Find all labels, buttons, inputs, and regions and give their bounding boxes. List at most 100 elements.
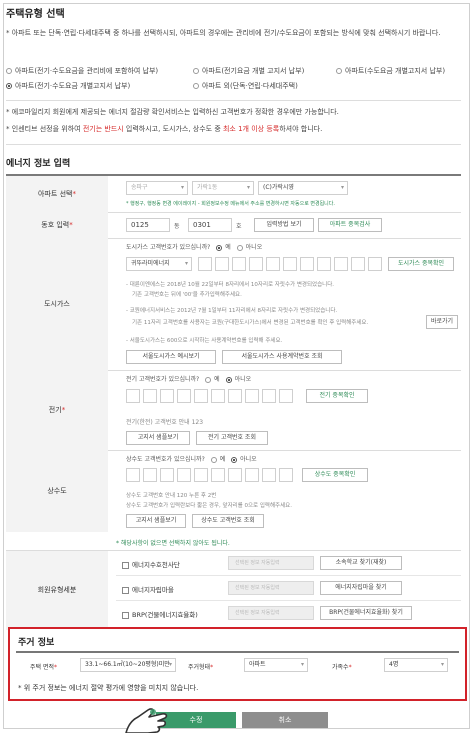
water-bill-sample-button[interactable]: 고지서 샘플보기	[126, 514, 186, 528]
water-digit-box[interactable]	[143, 468, 157, 482]
gas-duplicate-check-button[interactable]: 도시가스 중복확인	[388, 257, 454, 271]
gas-digit-box[interactable]	[334, 257, 348, 271]
housing-option-4[interactable]: 아파트(전기·수도요금 개별고지서 납부)	[6, 81, 130, 91]
water-digit-box[interactable]	[211, 468, 225, 482]
apartment-select[interactable]: (C)가락시영 ▾	[258, 181, 348, 195]
gas-question: 도시가스 고객번호가 있으십니까? 예 아니오	[126, 244, 263, 251]
ho-unit: 호	[236, 223, 242, 230]
gas-digit-box[interactable]	[351, 257, 365, 271]
find-brp-button[interactable]: BRP(건물에너지효율화) 찾기	[320, 606, 412, 620]
divider	[6, 144, 461, 145]
gas-info-1: - 대륜이엔에스는 2018년 10월 22일부터 8자리에서 10자리로 자릿…	[126, 282, 335, 288]
radio-icon[interactable]	[236, 244, 243, 251]
elec-duplicate-check-button[interactable]: 전기 중복확인	[306, 389, 368, 403]
elec-digit-box[interactable]	[160, 389, 174, 403]
angel-checkbox[interactable]: 에너지수호천사단	[122, 559, 180, 569]
find-school-button[interactable]: 소속학교 찾기(재찾)	[320, 556, 402, 570]
elec-number-lookup-button[interactable]: 전기 고객번호 조회	[196, 431, 268, 445]
member-type-hint: * 해당사항이 없으면 선택하지 않아도 됩니다.	[116, 540, 230, 547]
elec-digit-box[interactable]	[194, 389, 208, 403]
brp-checkbox[interactable]: BRP(건물에너지효율화)	[122, 609, 198, 619]
water-duplicate-check-button[interactable]: 상수도 중복확인	[302, 468, 368, 482]
gas-digit-box[interactable]	[266, 257, 280, 271]
water-info-2: 상수도 고객번호가 입력란보다 짧은 경우, 앞자리를 0으로 입력해주세요.	[126, 503, 292, 509]
chevron-down-icon: ▾	[184, 260, 188, 267]
divider	[16, 651, 459, 653]
cancel-button[interactable]: 취소	[242, 712, 328, 728]
chevron-down-icon: ▾	[300, 661, 304, 668]
water-digit-box[interactable]	[245, 468, 259, 482]
dong-input[interactable]: 0125	[126, 218, 170, 232]
checkbox-icon	[122, 586, 129, 594]
gas-digit-box[interactable]	[249, 257, 263, 271]
housing-option-2[interactable]: 아파트(전기요금 개별 고지서 납부)	[193, 66, 304, 76]
gas-digit-box[interactable]	[198, 257, 212, 271]
radio-icon[interactable]	[210, 456, 217, 463]
radio-icon	[193, 83, 199, 89]
housing-type-title: 주택유형 선택	[6, 9, 65, 20]
dong-unit: 동	[174, 223, 180, 230]
area-select[interactable]: 33.1~66.1㎡(10~20평형)미만 ▾	[80, 658, 176, 672]
water-digit-box[interactable]	[279, 468, 293, 482]
gas-digit-box[interactable]	[283, 257, 297, 271]
chevron-down-icon: ▾	[168, 661, 172, 668]
village-checkbox[interactable]: 에너지자립마을	[122, 584, 174, 594]
elec-digit-box[interactable]	[126, 389, 140, 403]
radio-selected-icon	[6, 83, 12, 89]
housing-option-1[interactable]: 아파트(전기·수도요금을 관리비에 포함하여 납부)	[6, 66, 158, 76]
housing-option-3[interactable]: 아파트(수도요금 개별고지서 납부)	[336, 66, 445, 76]
gas-contract-lookup-button[interactable]: 서울도시가스 사용계약번호 조회	[222, 350, 342, 364]
gas-digit-box[interactable]	[215, 257, 229, 271]
dong-area-select[interactable]: 가락1동 ▾	[192, 181, 254, 195]
gas-digit-box[interactable]	[232, 257, 246, 271]
apt-duplicate-check-button[interactable]: 아파트 중복검사	[318, 218, 382, 232]
gas-example-button[interactable]: 서울도시가스 예시보기	[126, 350, 216, 364]
water-digit-box[interactable]	[126, 468, 140, 482]
family-select[interactable]: 4명 ▾	[384, 658, 448, 672]
find-village-button[interactable]: 에너지자립마을 찾기	[320, 581, 402, 595]
water-info-1: 상수도 고객번호 안내 120 누른 후 2번	[126, 493, 217, 499]
elec-digit-box[interactable]	[143, 389, 157, 403]
dong-ho-row: 동호 입력 * 0125 동 0301 호 입력방법 보기 아파트 중복검사	[6, 212, 461, 239]
energy-info-title: 에너지 정보 입력	[6, 159, 71, 169]
type-select[interactable]: 아파트 ▾	[244, 658, 308, 672]
gas-digit-box[interactable]	[317, 257, 331, 271]
input-guide-button[interactable]: 입력방법 보기	[254, 218, 314, 232]
village-auto-field: 선택된 정보 자동입력	[228, 581, 314, 595]
ho-input[interactable]: 0301	[188, 218, 232, 232]
gas-shortcut-button[interactable]: 바로가기	[426, 315, 458, 329]
elec-digit-box[interactable]	[211, 389, 225, 403]
water-digit-box[interactable]	[262, 468, 276, 482]
water-row: 상수도 상수도 고객번호가 있으십니까? 예 아니오 상수도 중복확인 상수도 …	[6, 450, 461, 533]
water-number-lookup-button[interactable]: 상수도 고객번호 조회	[192, 514, 264, 528]
radio-icon	[336, 68, 342, 74]
elec-digit-box[interactable]	[228, 389, 242, 403]
housing-option-5[interactable]: 아파트 외(단독·연립·다세대주택)	[193, 81, 298, 91]
water-digit-box[interactable]	[194, 468, 208, 482]
radio-icon[interactable]	[205, 376, 212, 383]
notice-2: * 인센티브 선정을 위하여 전기는 반드시 입력하시고, 도시가스, 상수도 …	[6, 125, 323, 133]
residence-title: 주거 정보	[18, 638, 55, 648]
elec-question: 전기 고객번호가 있으십니까? 예 아니오	[126, 376, 252, 383]
radio-selected-icon[interactable]	[225, 376, 232, 383]
elec-digit-box[interactable]	[279, 389, 293, 403]
elec-digit-box[interactable]	[262, 389, 276, 403]
radio-selected-icon[interactable]	[216, 244, 223, 251]
radio-selected-icon[interactable]	[231, 456, 238, 463]
water-digit-box[interactable]	[177, 468, 191, 482]
gas-company-select[interactable]: 귀뚜라미에너지 ▾	[126, 257, 192, 271]
family-label: 가족수*	[332, 664, 352, 671]
district-select[interactable]: 송파구 ▾	[126, 181, 188, 195]
elec-digit-box[interactable]	[245, 389, 259, 403]
elec-digit-box[interactable]	[177, 389, 191, 403]
gas-digit-box[interactable]	[368, 257, 382, 271]
gas-digit-box[interactable]	[300, 257, 314, 271]
radio-icon	[193, 68, 199, 74]
divider	[6, 100, 461, 101]
water-digit-box[interactable]	[160, 468, 174, 482]
chevron-down-icon: ▾	[340, 184, 344, 191]
water-label: 상수도	[6, 450, 108, 532]
notice-1: * 에코마일리지 회원에게 제공되는 에너지 절감량 확인서비스는 입력하신 고…	[6, 108, 339, 116]
elec-bill-sample-button[interactable]: 고지서 샘플보기	[126, 431, 190, 445]
water-digit-box[interactable]	[228, 468, 242, 482]
